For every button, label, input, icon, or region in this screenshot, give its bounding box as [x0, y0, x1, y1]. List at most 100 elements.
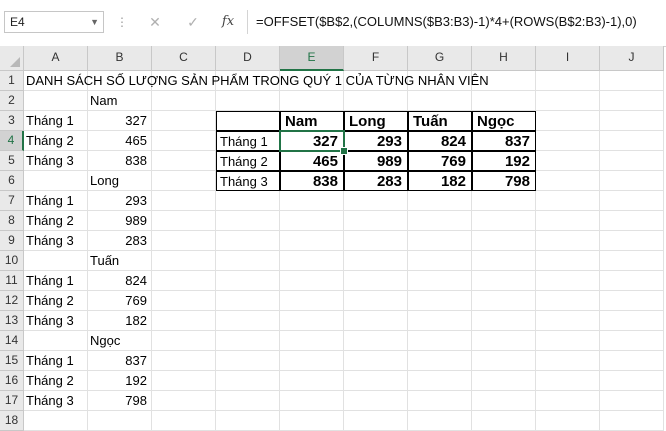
- cell-D7[interactable]: [216, 191, 280, 211]
- cell-A18[interactable]: [24, 411, 88, 431]
- cell-G9[interactable]: [408, 231, 472, 251]
- cell-C4[interactable]: [152, 131, 216, 151]
- cell-I14[interactable]: [536, 331, 600, 351]
- cell-H17[interactable]: [472, 391, 536, 411]
- cell-H11[interactable]: [472, 271, 536, 291]
- cell-F11[interactable]: [344, 271, 408, 291]
- cell-A14[interactable]: [24, 331, 88, 351]
- cell-G11[interactable]: [408, 271, 472, 291]
- cell-J7[interactable]: [600, 191, 664, 211]
- cell-F17[interactable]: [344, 391, 408, 411]
- name-box[interactable]: E4 ▼: [4, 11, 104, 33]
- cell-D9[interactable]: [216, 231, 280, 251]
- cell-E14[interactable]: [280, 331, 344, 351]
- cell-E12[interactable]: [280, 291, 344, 311]
- column-header-D[interactable]: D: [216, 46, 280, 71]
- cell-D8[interactable]: [216, 211, 280, 231]
- cell-F15[interactable]: [344, 351, 408, 371]
- cell-H18[interactable]: [472, 411, 536, 431]
- cell-E15[interactable]: [280, 351, 344, 371]
- column-header-J[interactable]: J: [600, 46, 664, 71]
- cell-G18[interactable]: [408, 411, 472, 431]
- row-header-6[interactable]: 6: [0, 171, 24, 191]
- cell-B18[interactable]: [88, 411, 152, 431]
- cell-D10[interactable]: [216, 251, 280, 271]
- cell-F10[interactable]: [344, 251, 408, 271]
- column-header-I[interactable]: I: [536, 46, 600, 71]
- cell-F9[interactable]: [344, 231, 408, 251]
- cell-J13[interactable]: [600, 311, 664, 331]
- cell-D17[interactable]: [216, 391, 280, 411]
- cell-C5[interactable]: [152, 151, 216, 171]
- cell-F12[interactable]: [344, 291, 408, 311]
- cell-C9[interactable]: [152, 231, 216, 251]
- cell-I6[interactable]: [536, 171, 600, 191]
- cell-A2[interactable]: [24, 91, 88, 111]
- cell-I18[interactable]: [536, 411, 600, 431]
- row-header-9[interactable]: 9: [0, 231, 24, 251]
- cell-E18[interactable]: [280, 411, 344, 431]
- cell-H7[interactable]: [472, 191, 536, 211]
- cell-I13[interactable]: [536, 311, 600, 331]
- cell-F16[interactable]: [344, 371, 408, 391]
- cell-J9[interactable]: [600, 231, 664, 251]
- row-header-16[interactable]: 16: [0, 371, 24, 391]
- fill-handle[interactable]: [340, 147, 348, 155]
- cell-G17[interactable]: [408, 391, 472, 411]
- column-header-A[interactable]: A: [24, 46, 88, 71]
- cell-F2[interactable]: [344, 91, 408, 111]
- row-header-1[interactable]: 1: [0, 71, 24, 91]
- cell-J1[interactable]: [600, 71, 664, 91]
- cell-C11[interactable]: [152, 271, 216, 291]
- column-header-B[interactable]: B: [88, 46, 152, 71]
- cell-C18[interactable]: [152, 411, 216, 431]
- cell-C12[interactable]: [152, 291, 216, 311]
- cell-I12[interactable]: [536, 291, 600, 311]
- cell-C6[interactable]: [152, 171, 216, 191]
- enter-icon[interactable]: ✓: [180, 12, 206, 32]
- cell-J4[interactable]: [600, 131, 664, 151]
- row-header-2[interactable]: 2: [0, 91, 24, 111]
- cell-G12[interactable]: [408, 291, 472, 311]
- cell-J12[interactable]: [600, 291, 664, 311]
- cell-J10[interactable]: [600, 251, 664, 271]
- row-header-3[interactable]: 3: [0, 111, 24, 131]
- row-header-13[interactable]: 13: [0, 311, 24, 331]
- row-header-18[interactable]: 18: [0, 411, 24, 431]
- cell-I11[interactable]: [536, 271, 600, 291]
- column-header-H[interactable]: H: [472, 46, 536, 71]
- cell-G15[interactable]: [408, 351, 472, 371]
- cell-J2[interactable]: [600, 91, 664, 111]
- more-options-icon[interactable]: ⋮: [116, 12, 128, 32]
- cell-G8[interactable]: [408, 211, 472, 231]
- cell-H14[interactable]: [472, 331, 536, 351]
- cell-H2[interactable]: [472, 91, 536, 111]
- cell-H10[interactable]: [472, 251, 536, 271]
- cell-D18[interactable]: [216, 411, 280, 431]
- cell-E13[interactable]: [280, 311, 344, 331]
- cell-G13[interactable]: [408, 311, 472, 331]
- row-header-11[interactable]: 11: [0, 271, 24, 291]
- cell-F8[interactable]: [344, 211, 408, 231]
- cell-I7[interactable]: [536, 191, 600, 211]
- cell-F18[interactable]: [344, 411, 408, 431]
- cell-H13[interactable]: [472, 311, 536, 331]
- cell-C7[interactable]: [152, 191, 216, 211]
- formula-input[interactable]: =OFFSET($B$2,(COLUMNS($B3:B3)-1)*4+(ROWS…: [256, 11, 637, 33]
- cell-J5[interactable]: [600, 151, 664, 171]
- cell-J16[interactable]: [600, 371, 664, 391]
- select-all-corner[interactable]: [0, 46, 24, 71]
- cell-G7[interactable]: [408, 191, 472, 211]
- cell-J18[interactable]: [600, 411, 664, 431]
- cell-J14[interactable]: [600, 331, 664, 351]
- cell-C10[interactable]: [152, 251, 216, 271]
- cell-H16[interactable]: [472, 371, 536, 391]
- cell-C17[interactable]: [152, 391, 216, 411]
- cell-I4[interactable]: [536, 131, 600, 151]
- cell-G2[interactable]: [408, 91, 472, 111]
- cell-C2[interactable]: [152, 91, 216, 111]
- cell-I2[interactable]: [536, 91, 600, 111]
- row-header-5[interactable]: 5: [0, 151, 24, 171]
- cell-F7[interactable]: [344, 191, 408, 211]
- chevron-down-icon[interactable]: ▼: [90, 12, 99, 32]
